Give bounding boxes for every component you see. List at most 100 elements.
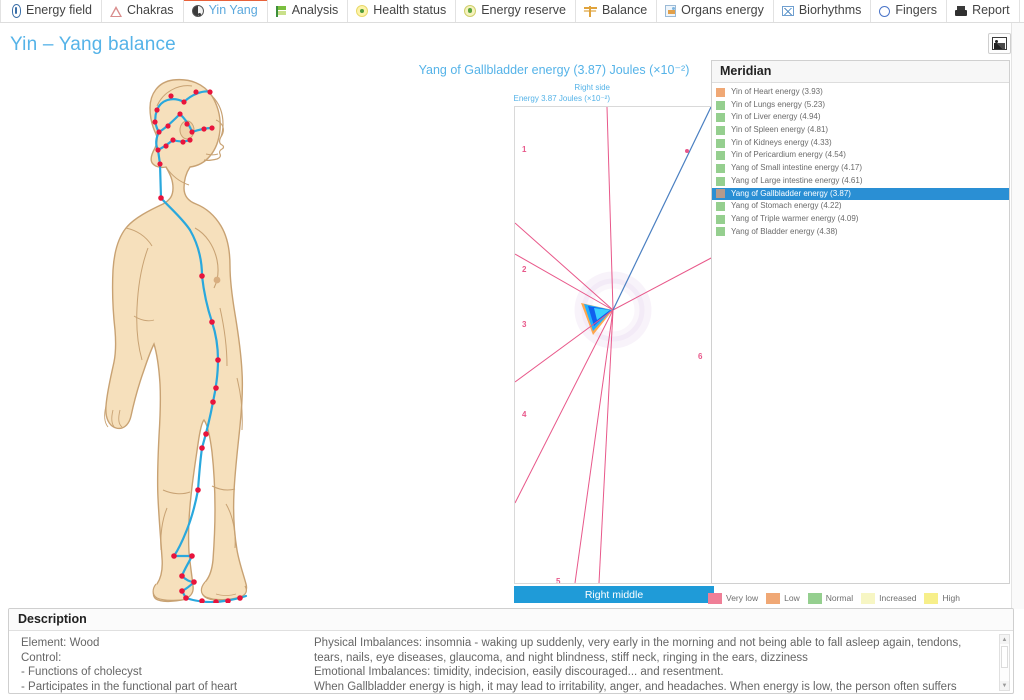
meridian-label: Yin of Pericardium energy (4.54) xyxy=(731,149,846,162)
meridian-status-swatch xyxy=(716,151,725,160)
chakras-icon xyxy=(110,6,122,17)
tab-label: Fingers xyxy=(895,0,937,22)
organs-energy-icon xyxy=(665,5,676,17)
description-header: Description xyxy=(9,609,1013,631)
sector-label-6: 6 xyxy=(698,352,702,361)
tab-label: Balance xyxy=(602,0,647,22)
meridian-row[interactable]: Yang of Bladder energy (4.38) xyxy=(712,226,1009,239)
sector-label-4: 4 xyxy=(522,410,526,419)
status-legend: Very low Low Normal Increased High xyxy=(708,590,1010,606)
meridian-label: Yang of Small intestine energy (4.17) xyxy=(731,162,862,175)
tab-label: Energy reserve xyxy=(481,0,566,22)
chart-plot-area[interactable]: 1 2 3 4 5 6 xyxy=(514,106,714,584)
meridian-list[interactable]: Yin of Heart energy (3.93)Yin of Lungs e… xyxy=(712,83,1009,238)
tab-export-csv[interactable]: Export to CSV xyxy=(1020,0,1024,22)
meridian-row[interactable]: Yin of Heart energy (3.93) xyxy=(712,86,1009,99)
body-svg xyxy=(30,58,370,603)
meridian-row[interactable]: Yin of Kidneys energy (4.33) xyxy=(712,137,1009,150)
meridian-label: Yin of Lungs energy (5.23) xyxy=(731,99,825,112)
description-line: - Participates in the functional part of… xyxy=(21,680,311,694)
meridian-label: Yin of Liver energy (4.94) xyxy=(731,111,821,124)
description-left-column: Element: WoodControl:- Functions of chol… xyxy=(21,636,311,694)
meridian-status-swatch xyxy=(716,101,725,110)
meridian-row[interactable]: Yin of Lungs energy (5.23) xyxy=(712,99,1009,112)
report-printer-icon xyxy=(955,6,967,17)
meridian-label: Yang of Large intestine energy (4.61) xyxy=(731,175,863,188)
meridian-panel-header: Meridian xyxy=(712,61,1009,83)
status-legend-label: Normal xyxy=(826,593,853,603)
status-legend-label: Increased xyxy=(879,593,916,603)
tab-organs-energy[interactable]: Organs energy xyxy=(657,0,774,22)
save-image-button[interactable] xyxy=(988,33,1011,54)
chart-subtitle: Right side Energy 3.87 Joules (×10⁻²) xyxy=(514,83,611,104)
status-legend-item: Normal xyxy=(808,593,853,604)
meridian-label: Yang of Stomach energy (4.22) xyxy=(731,200,842,213)
tab-label: Organs energy xyxy=(681,0,764,22)
meridian-status-swatch xyxy=(716,164,725,173)
sector-label-3: 3 xyxy=(522,320,526,329)
meridian-row[interactable]: Yang of Stomach energy (4.22) xyxy=(712,200,1009,213)
meridian-status-swatch xyxy=(716,215,725,224)
meridian-label: Yang of Bladder energy (4.38) xyxy=(731,226,838,239)
description-line: When Gallbladder energy is high, it may … xyxy=(314,680,982,694)
description-scrollbar[interactable]: ▲ ▼ xyxy=(999,634,1010,691)
description-line: Emotional Imbalances: timidity, indecisi… xyxy=(314,665,982,680)
tab-report[interactable]: Report xyxy=(947,0,1020,22)
meridian-row[interactable]: Yin of Liver energy (4.94) xyxy=(712,111,1009,124)
scroll-up-icon[interactable]: ▲ xyxy=(1000,635,1009,644)
chart-subtitle-energy: Energy 3.87 Joules (×10⁻²) xyxy=(514,94,611,105)
meridian-row[interactable]: Yang of Small intestine energy (4.17) xyxy=(712,162,1009,175)
meridian-row[interactable]: Yang of Gallbladder energy (3.87) xyxy=(712,188,1009,201)
meridian-row[interactable]: Yin of Pericardium energy (4.54) xyxy=(712,149,1009,162)
meridian-status-swatch xyxy=(716,202,725,211)
description-right-column: Physical Imbalances: insomnia - waking u… xyxy=(314,636,982,694)
tab-chakras[interactable]: Chakras xyxy=(102,0,184,22)
tab-energy-reserve[interactable]: Energy reserve xyxy=(456,0,576,22)
scrollbar-thumb[interactable] xyxy=(1001,646,1008,668)
status-legend-swatch xyxy=(861,593,875,604)
status-legend-label: Low xyxy=(784,593,800,603)
tab-energy-field[interactable]: Energy field xyxy=(0,0,102,22)
scroll-down-icon[interactable]: ▼ xyxy=(1000,681,1009,690)
description-panel: Description Element: WoodControl:- Funct… xyxy=(8,608,1014,694)
energy-field-icon xyxy=(12,4,21,18)
health-status-icon xyxy=(356,5,368,17)
tab-analysis[interactable]: Analysis xyxy=(268,0,349,22)
tab-fingers[interactable]: Fingers xyxy=(871,0,947,22)
meridian-label: Yin of Spleen energy (4.81) xyxy=(731,124,828,137)
meridian-row[interactable]: Yang of Large intestine energy (4.61) xyxy=(712,175,1009,188)
tab-biorhythms[interactable]: Biorhythms xyxy=(774,0,872,22)
biorhythms-icon xyxy=(782,6,794,16)
tab-balance[interactable]: Balance xyxy=(576,0,657,22)
tab-health-status[interactable]: Health status xyxy=(348,0,456,22)
meridian-panel: Meridian Yin of Heart energy (3.93)Yin o… xyxy=(711,60,1010,584)
status-legend-item: Low xyxy=(766,593,800,604)
meridian-status-swatch xyxy=(716,189,725,198)
meridian-label: Yin of Kidneys energy (4.33) xyxy=(731,137,832,150)
sector-label-5: 5 xyxy=(556,577,560,584)
status-legend-swatch xyxy=(924,593,938,604)
meridian-row[interactable]: Yang of Triple warmer energy (4.09) xyxy=(712,213,1009,226)
tab-label: Report xyxy=(972,0,1010,22)
tab-yin-yang[interactable]: Yin Yang xyxy=(184,0,268,22)
selected-spoke xyxy=(613,107,711,310)
chart-title: Yang of Gallbladder energy (3.87) Joules… xyxy=(404,62,704,77)
tab-label: Energy field xyxy=(26,0,92,22)
meridian-status-swatch xyxy=(716,88,725,97)
status-legend-item: High xyxy=(924,593,959,604)
meridian-row[interactable]: Yin of Spleen energy (4.81) xyxy=(712,124,1009,137)
meridian-status-swatch xyxy=(716,227,725,236)
tab-label: Chakras xyxy=(127,0,174,22)
balance-scales-icon xyxy=(584,5,597,17)
meridian-status-swatch xyxy=(716,139,725,148)
meridian-label: Yin of Heart energy (3.93) xyxy=(731,86,823,99)
analysis-icon xyxy=(276,6,287,17)
tab-label: Biorhythms xyxy=(799,0,862,22)
yin-yang-chart: Yang of Gallbladder energy (3.87) Joules… xyxy=(404,60,704,605)
status-legend-item: Increased xyxy=(861,593,916,604)
description-body: Element: WoodControl:- Functions of chol… xyxy=(9,631,1013,694)
status-legend-label: Very low xyxy=(726,593,758,603)
page-scrollbar[interactable] xyxy=(1011,23,1024,609)
sector-label-1: 1 xyxy=(522,145,526,154)
energy-reserve-icon xyxy=(464,5,476,17)
